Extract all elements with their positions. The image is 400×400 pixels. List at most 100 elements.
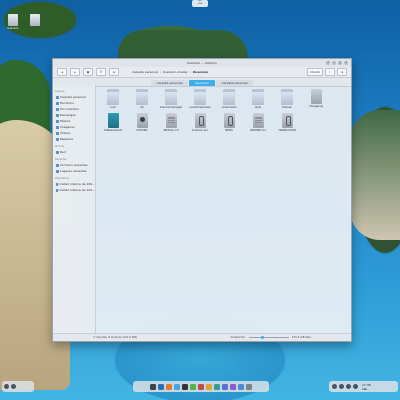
battery-icon[interactable] xyxy=(346,384,351,389)
video-icon[interactable] xyxy=(198,383,204,390)
file-item[interactable]: dsl xyxy=(128,89,156,109)
breadcrumb-item[interactable]: Carpeta personal xyxy=(132,70,158,74)
workspace-icon[interactable] xyxy=(11,384,16,389)
window-titlebar[interactable]: Kuanium — Dolphin ? – □ × xyxy=(53,59,351,67)
browser-icon[interactable] xyxy=(166,383,172,390)
window-title: Kuanium — Dolphin xyxy=(187,61,217,65)
file-item[interactable]: kvantum.pro xyxy=(186,113,214,132)
mail-icon[interactable] xyxy=(222,383,228,390)
file-icon xyxy=(252,113,264,128)
volume-icon[interactable] xyxy=(339,384,344,389)
folder-icon xyxy=(165,89,177,105)
sidebar-item-drive[interactable]: Unidad interna de 100... xyxy=(53,187,95,193)
sidebar-section-title: Remoto xyxy=(55,145,65,148)
download-icon xyxy=(56,113,59,117)
file-item[interactable]: TRANSLATION xyxy=(273,113,301,132)
store-icon[interactable] xyxy=(214,383,220,390)
maximize-button[interactable]: □ xyxy=(338,60,342,65)
search-icon[interactable]: ⌕ xyxy=(325,68,335,76)
chat-icon[interactable] xyxy=(190,383,196,390)
file-item[interactable]: ChangeLog xyxy=(302,89,330,109)
file-item[interactable]: themes xyxy=(273,89,301,109)
image-icon[interactable] xyxy=(230,383,236,390)
free-space-label: 133,4 GiB libre xyxy=(291,336,311,339)
places-sidebar: Lugares Carpeta personal Escritorio Docu… xyxy=(53,85,96,333)
file-name: NEWS xyxy=(225,129,233,132)
dolphin-window: Kuanium — Dolphin ? – □ × ◂ ▸ ▦ ☰ ≡ Carp… xyxy=(52,58,352,342)
file-item[interactable]: color xyxy=(99,89,127,109)
file-name: color xyxy=(109,106,117,109)
file-name: INSTALL.md xyxy=(163,129,179,132)
trash-icon[interactable] xyxy=(246,383,252,390)
music-icon xyxy=(56,119,59,123)
folder-icon xyxy=(107,89,119,105)
view-list-button[interactable]: ☰ xyxy=(96,68,106,76)
zoom-slider-handle[interactable] xyxy=(260,335,264,339)
photo-icon[interactable] xyxy=(174,383,180,390)
breadcrumb-current[interactable]: Kuanium xyxy=(193,70,208,74)
sidebar-item-network[interactable]: Red xyxy=(53,149,95,155)
close-button[interactable]: × xyxy=(344,60,348,65)
folder-icon xyxy=(194,89,206,105)
file-item[interactable]: COPYING xyxy=(128,113,156,132)
recent-icon xyxy=(56,169,59,173)
forward-button[interactable]: ▸ xyxy=(70,68,80,76)
home-icon xyxy=(56,95,59,99)
file-item[interactable]: style xyxy=(244,89,272,109)
breadcrumb-item[interactable]: Kuanium-master xyxy=(163,70,188,74)
status-summary: 7 carpetas, 8 archivos (121,0 KiB) xyxy=(93,336,138,339)
menu-icon[interactable]: ≡ xyxy=(337,68,347,76)
app-launcher-icon[interactable] xyxy=(4,384,9,389)
file-item[interactable]: INSTALL.md xyxy=(157,113,185,132)
view-icons-button[interactable]: ▦ xyxy=(83,68,93,76)
network-icon[interactable] xyxy=(332,384,337,389)
tab-kuanium[interactable]: Kuanium xyxy=(189,80,215,86)
file-name: COPYING xyxy=(136,129,148,132)
network-icon xyxy=(56,150,59,154)
file-item[interactable]: kvantumpreview xyxy=(186,89,214,109)
view-tree-button[interactable]: ≡ xyxy=(109,68,119,76)
image-icon xyxy=(56,125,59,129)
clock[interactable]: 17:38 sáb xyxy=(362,383,371,391)
editor-icon[interactable] xyxy=(238,383,244,390)
file-view: color dsl kvantummanager kvantumpreview scre… xyxy=(99,89,347,331)
minimize-button[interactable]: – xyxy=(332,60,336,65)
notifications-icon[interactable] xyxy=(353,384,358,389)
file-item[interactable]: kvantummanager xyxy=(157,89,185,109)
tab-carpeta-personal[interactable]: Carpeta personal xyxy=(150,80,189,86)
desktop-icon-kuanium[interactable]: Kuanium xyxy=(2,14,24,30)
sidebar-section-title: Dispositivos xyxy=(55,177,70,180)
file-item[interactable]: NEWS xyxy=(215,113,243,132)
settings-icon[interactable] xyxy=(150,383,156,390)
top-panel-indicator[interactable]: BIS OFEK xyxy=(192,0,208,7)
terminal-icon[interactable] xyxy=(182,383,188,390)
split-view-button[interactable]: Dividir xyxy=(307,68,323,76)
document-icon xyxy=(30,14,40,26)
clock-time: 17:38 xyxy=(362,382,371,387)
breadcrumb-separator: › xyxy=(189,70,192,74)
breadcrumb-separator: › xyxy=(159,70,162,74)
sidebar-item-trash[interactable]: Papelera xyxy=(53,136,95,142)
clock-day: sáb xyxy=(362,386,368,391)
zoom-label: Ampliación: xyxy=(230,336,246,339)
folder-icon xyxy=(281,89,293,105)
file-item[interactable]: CMakeLists.txt xyxy=(99,113,127,132)
help-button[interactable]: ? xyxy=(326,60,330,65)
breadcrumb: Carpeta personal › Kuanium-master › Kuan… xyxy=(132,70,208,74)
file-item[interactable]: README.md xyxy=(244,113,272,132)
back-button[interactable]: ◂ xyxy=(57,68,67,76)
files-icon[interactable] xyxy=(158,383,164,390)
zoom-slider[interactable] xyxy=(248,335,289,339)
file-item[interactable]: screenshots xyxy=(215,89,243,109)
desktop-icon-document[interactable] xyxy=(24,14,46,27)
file-name: README.md xyxy=(250,129,266,132)
file-icon xyxy=(223,113,235,128)
tab-carpeta-personal-2[interactable]: Carpeta personal xyxy=(215,80,254,86)
file-name: screenshots xyxy=(221,106,237,109)
desktop-icon-label: Kuanium xyxy=(7,27,19,30)
music-icon[interactable] xyxy=(206,383,212,390)
file-icon xyxy=(136,113,148,128)
trash-icon xyxy=(56,137,59,141)
sidebar-item-label: Unidad interna de 100... xyxy=(58,188,95,192)
sidebar-item-recent-places[interactable]: Lugares recientes xyxy=(53,168,95,174)
